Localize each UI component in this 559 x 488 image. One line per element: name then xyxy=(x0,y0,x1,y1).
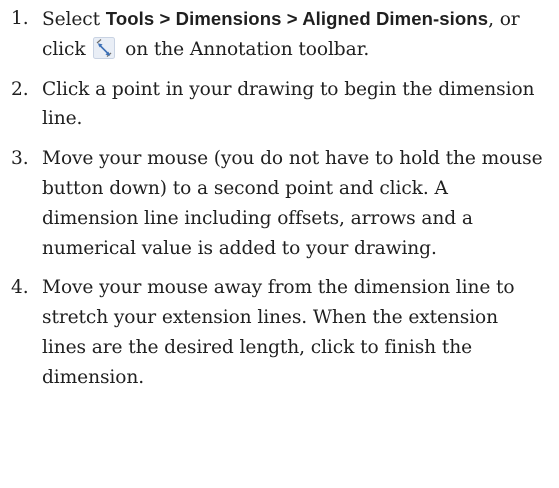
step-text: Select xyxy=(42,9,106,30)
step-text: Move your mouse away from the dimension … xyxy=(42,277,515,388)
step-1: 1. Select Tools > Dimensions > Aligned D… xyxy=(0,4,559,65)
step-4: 4. Move your mouse away from the dimensi… xyxy=(0,273,559,392)
step-2: 2. Click a point in your drawing to begi… xyxy=(0,75,559,135)
step-number: 2. xyxy=(11,78,29,100)
step-number: 1. xyxy=(11,8,29,29)
step-number: 4. xyxy=(11,277,29,299)
instruction-document: 1. Select Tools > Dimensions > Aligned D… xyxy=(0,0,559,488)
step-text: on the Annotation toolbar. xyxy=(119,38,370,60)
step-text: Click a point in your drawing to begin t… xyxy=(42,78,535,130)
step-3: 3. Move your mouse (you do not have to h… xyxy=(0,144,559,263)
step-text: Move your mouse (you do not have to hold… xyxy=(42,148,543,259)
aligned-dimension-icon xyxy=(93,36,116,59)
menu-path: Tools > Dimensions > Aligned Dimen-sions xyxy=(105,8,489,29)
step-number: 3. xyxy=(11,148,29,170)
steps-list: 1. Select Tools > Dimensions > Aligned D… xyxy=(0,4,559,393)
